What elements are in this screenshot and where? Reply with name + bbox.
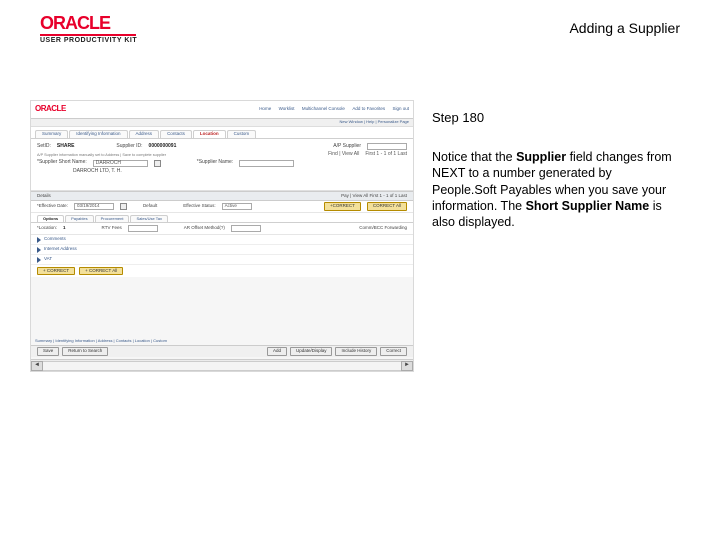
rtv-input[interactable] (128, 225, 158, 232)
grid-payview[interactable]: Pay | View All (341, 193, 368, 198)
tab-contacts[interactable]: Contacts (160, 130, 192, 138)
main-area: ORACLE Home Worklist Multichannel Consol… (0, 50, 720, 372)
grid-firstlast: First 1 - 1 of 1 Last (369, 193, 407, 198)
supplier-id-value: 0000000091 (149, 144, 177, 150)
aps-input[interactable] (367, 143, 407, 150)
correct-btn-row[interactable]: +CORRECT (324, 202, 361, 211)
correct-all-button[interactable]: + CORRECT All (79, 267, 123, 276)
section-vat-label: VAT (44, 257, 52, 262)
calendar-icon[interactable] (120, 203, 127, 210)
upk-label: USER PRODUCTIVITY KIT (40, 37, 137, 44)
horizontal-scrollbar[interactable]: ◄ ► (31, 359, 413, 371)
section-internet[interactable]: Internet Address (31, 245, 413, 255)
rtv-label: RTV Fees (102, 226, 122, 231)
date-input[interactable]: 03/19/2014 (74, 203, 114, 210)
subtab-procurement[interactable]: Procurement (95, 215, 130, 222)
subtab-payables[interactable]: Payables (65, 215, 93, 222)
bottom-crumbs: Summary | Identifying Information | Addr… (35, 339, 167, 343)
supplier-id-label: Supplier ID: (116, 144, 142, 150)
aps-sub: A/P Supplier information manually set to… (37, 153, 166, 157)
expand-icon (37, 237, 41, 243)
instruction-column: Step 180 Notice that the Supplier field … (432, 100, 672, 372)
step-label: Step 180 (432, 110, 672, 125)
app-bottom-toolbar: Save Return to Search Add Update/Display… (31, 345, 413, 357)
tab-address[interactable]: Address (129, 130, 160, 138)
app-topnav: Home Worklist Multichannel Console Add t… (253, 107, 409, 113)
oracle-logo: ORACLE (40, 14, 137, 32)
scroll-right-icon[interactable]: ► (401, 361, 413, 371)
step-bold-supplier: Supplier (516, 150, 566, 164)
grid-details: Details (37, 194, 51, 199)
grid-header: Details Pay | View All First 1 - 1 of 1 … (31, 191, 413, 201)
section-internet-label: Internet Address (44, 247, 77, 252)
app-body: SetID: SHARE Supplier ID: 0000000091 A/P… (31, 139, 413, 191)
page-title: Adding a Supplier (569, 20, 680, 36)
name-label: *Supplier Name: (197, 160, 233, 166)
correct-button[interactable]: + CORRECT (37, 267, 75, 276)
correct-all-btn-row[interactable]: CORRECT All (367, 202, 407, 211)
app-tablist: Summary Identifying Information Address … (31, 127, 413, 139)
subtab-salesuse[interactable]: Sales/Use Tax (130, 215, 168, 222)
app-logo: ORACLE (35, 105, 66, 114)
app-subbar: New Window | Help | Personalize Page (31, 119, 413, 127)
section-comments[interactable]: Comments (31, 235, 413, 245)
include-history-button[interactable]: Include History (335, 347, 377, 356)
nav-signout[interactable]: Sign out (392, 106, 409, 111)
nav-worklist[interactable]: Worklist (279, 106, 295, 111)
nav-home[interactable]: Home (259, 106, 271, 111)
logo-block: ORACLE USER PRODUCTIVITY KIT (40, 14, 137, 44)
expand-icon (37, 257, 41, 263)
ar-label: AR Offset Method(?) (184, 226, 225, 231)
nav-mc[interactable]: Multichannel Console (302, 106, 345, 111)
ar-input[interactable] (231, 225, 261, 232)
subtab-options[interactable]: Options (37, 215, 64, 222)
status-input[interactable]: Active (222, 203, 252, 210)
step-bold-shortname: Short Supplier Name (526, 199, 650, 213)
aps-label: A/P Supplier (333, 144, 361, 150)
tab-location[interactable]: Location (193, 130, 226, 138)
nav-fav[interactable]: Add to Favorites (352, 106, 385, 111)
return-button[interactable]: Return to Search (62, 347, 108, 356)
add-button[interactable]: Add (267, 347, 287, 356)
setid-value: SHARE (57, 144, 75, 150)
sname-input[interactable]: DARROCH (93, 160, 148, 167)
app-topbar: ORACLE Home Worklist Multichannel Consol… (31, 101, 413, 119)
loc-label: *Location: (37, 226, 57, 231)
find-view-top[interactable]: Find | View All (328, 152, 359, 158)
tab-summary[interactable]: Summary (35, 130, 68, 138)
setid-label: SetID: (37, 144, 51, 150)
grid-row-date: *Effective Date: 03/19/2014 Default Effe… (31, 201, 413, 213)
sub-tabs: Options Payables Procurement Sales/Use T… (31, 213, 413, 223)
embedded-app-screenshot: ORACLE Home Worklist Multichannel Consol… (30, 100, 414, 372)
lookup-icon[interactable] (154, 160, 161, 167)
name-input[interactable] (239, 160, 294, 167)
status-label: Effective Status: (183, 204, 215, 209)
first-last-top: First 1 - 1 of 1 Last (365, 152, 407, 158)
expand-icon (37, 247, 41, 253)
correct-history-button[interactable]: Correct (380, 347, 407, 356)
step-text-prefix: Notice that the (432, 150, 516, 164)
scroll-track[interactable] (43, 361, 401, 371)
section-comments-label: Comments (44, 237, 66, 242)
options-row: *Location: 1 RTV Fees AR Offset Method(?… (31, 223, 413, 235)
tab-identifying[interactable]: Identifying Information (69, 130, 127, 138)
loc-val: 1 (63, 226, 66, 231)
namerow-label: DARROCH LTD, T. H. (73, 169, 122, 175)
date-label: *Effective Date: (37, 204, 68, 209)
save-button[interactable]: Save (37, 347, 59, 356)
tab-custom[interactable]: Custom (227, 130, 257, 138)
cc-label: Comm/BCC Forwarding (359, 226, 407, 231)
default-flag: Default (143, 204, 157, 209)
sname-label: *Supplier Short Name: (37, 160, 87, 166)
update-display-button[interactable]: Update/Display (290, 347, 333, 356)
page-header: ORACLE USER PRODUCTIVITY KIT Adding a Su… (0, 0, 720, 50)
footer-buttons: + CORRECT + CORRECT All (31, 265, 413, 277)
section-vat[interactable]: VAT (31, 255, 413, 265)
logo-underline (40, 34, 136, 36)
scroll-left-icon[interactable]: ◄ (31, 361, 43, 371)
step-text: Notice that the Supplier field changes f… (432, 149, 672, 230)
